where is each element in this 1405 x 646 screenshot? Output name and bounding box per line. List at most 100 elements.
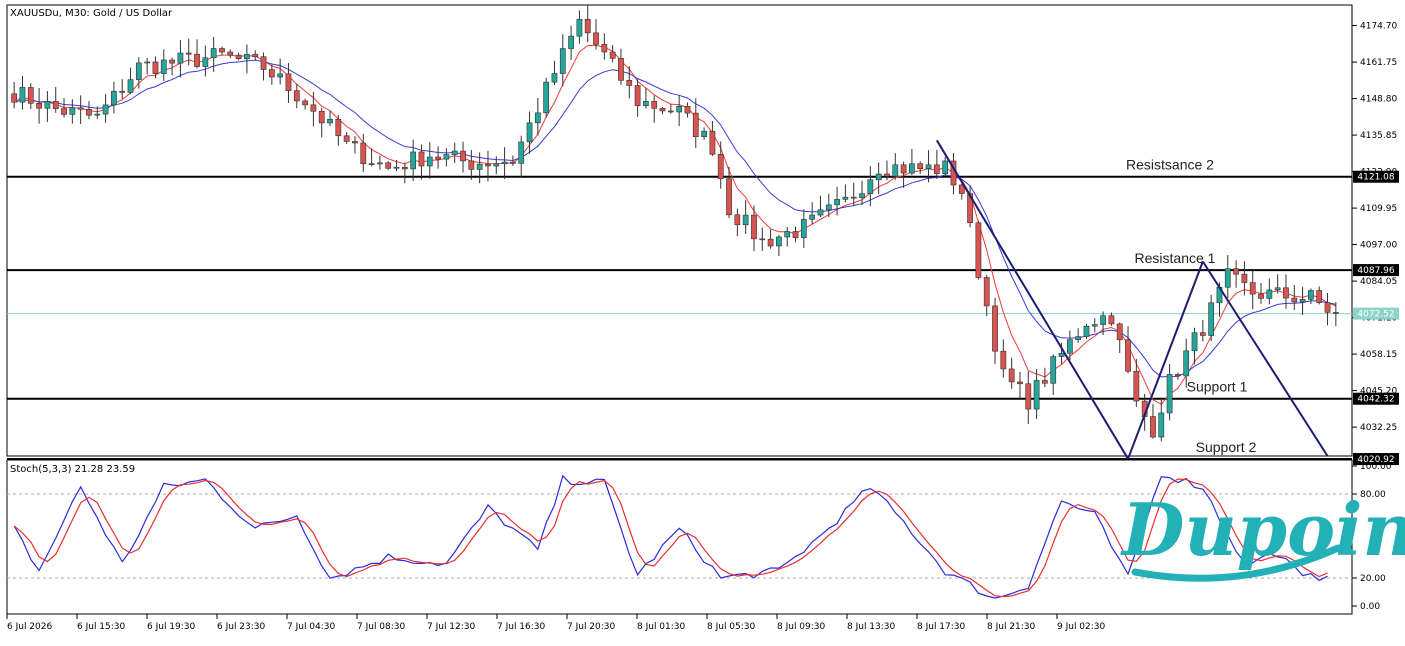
- candle-body: [36, 103, 42, 109]
- candle-body: [526, 122, 533, 143]
- candle-body: [135, 62, 142, 80]
- candle-body: [817, 209, 824, 216]
- candle-body: [69, 107, 76, 115]
- candle-body: [1233, 268, 1239, 275]
- candle-body: [460, 150, 466, 162]
- candle-body: [784, 231, 791, 238]
- candle-body: [310, 104, 317, 112]
- x-tick-label: 6 Jul 2026: [7, 622, 52, 632]
- chart-root: 4174.704161.754148.804135.854122.904109.…: [0, 0, 1405, 646]
- candle-body: [493, 163, 500, 167]
- candle-body: [1324, 302, 1331, 313]
- candle-body: [219, 48, 225, 53]
- candle-body: [1058, 352, 1065, 357]
- candle-body: [1008, 368, 1015, 383]
- candle-body: [692, 112, 699, 137]
- candle-body: [925, 164, 932, 169]
- candle-body: [909, 163, 915, 174]
- candle-body: [152, 61, 159, 74]
- x-tick-label: 8 Jul 17:30: [917, 622, 966, 632]
- candle-body: [1241, 273, 1248, 283]
- stoch-tick-label: 100.00: [1360, 462, 1392, 472]
- candle-body: [377, 162, 383, 165]
- candle-body: [1017, 381, 1023, 385]
- candle-body: [1116, 323, 1123, 341]
- x-tick-label: 7 Jul 12:30: [427, 622, 476, 632]
- candle: [385, 161, 392, 170]
- candle-body: [892, 164, 899, 177]
- candle-body: [451, 150, 458, 155]
- candle-body: [1133, 370, 1140, 402]
- x-tick-label: 8 Jul 13:30: [847, 622, 896, 632]
- level-label: Support 1: [1187, 379, 1248, 395]
- candle-body: [626, 80, 633, 86]
- candle-body: [194, 53, 200, 67]
- candle-body: [767, 238, 774, 247]
- candle: [1083, 323, 1090, 340]
- candle-body: [701, 130, 707, 137]
- candle-body: [1208, 302, 1215, 336]
- candle-body: [825, 204, 832, 211]
- candle-body: [601, 44, 608, 53]
- candle-body: [368, 163, 375, 165]
- candle-body: [510, 161, 516, 164]
- candle-body: [584, 18, 591, 34]
- candle-body: [1042, 380, 1048, 384]
- x-tick-label: 7 Jul 20:30: [567, 622, 616, 632]
- candle-body: [94, 113, 101, 116]
- stoch-tick-label: 0.00: [1360, 602, 1380, 612]
- symbol-header: XAUUSDu, M30: Gold / US Dollar: [10, 8, 173, 19]
- candle-body: [435, 156, 441, 160]
- candle-body: [1266, 289, 1273, 299]
- candle-body: [867, 179, 874, 194]
- price-chart[interactable]: 4174.704161.754148.804135.854122.904109.…: [0, 0, 1405, 646]
- candle-body: [169, 59, 175, 64]
- candle-body: [1175, 374, 1181, 377]
- candle-body: [1183, 350, 1190, 377]
- candle-body: [809, 214, 816, 220]
- candle-body: [418, 151, 425, 167]
- x-tick-label: 8 Jul 05:30: [707, 622, 756, 632]
- candle: [543, 77, 550, 118]
- candle-body: [343, 135, 350, 142]
- candle-body: [385, 162, 392, 169]
- y-tick-label: 4135.85: [1360, 131, 1397, 141]
- candle-body: [1091, 324, 1098, 327]
- candle-body: [268, 69, 275, 78]
- level-label: Resistsance 2: [1126, 157, 1214, 173]
- dupoin-logo: Dupoin: [1120, 487, 1405, 582]
- candle-body: [709, 130, 716, 155]
- candle-body: [393, 166, 400, 169]
- logo-wordmark: Dupoin: [1120, 487, 1405, 572]
- y-tick-label: 4097.00: [1360, 241, 1397, 251]
- candle-body: [593, 32, 599, 45]
- candle-body: [1000, 350, 1007, 370]
- level-price-tag-text: 4121.08: [1357, 173, 1394, 183]
- candle-body: [1125, 339, 1131, 372]
- candle-body: [1224, 268, 1231, 288]
- candle-body: [352, 141, 358, 144]
- candle-body: [244, 54, 250, 60]
- candle-body: [543, 81, 550, 114]
- candle-body: [933, 164, 940, 174]
- candle-body: [1108, 315, 1115, 325]
- candle-body: [1258, 293, 1264, 299]
- candle-body: [1025, 383, 1032, 410]
- candle-body: [800, 219, 807, 238]
- candle-body: [1050, 356, 1057, 384]
- y-tick-label: 4161.75: [1360, 58, 1397, 68]
- x-tick-label: 7 Jul 04:30: [287, 622, 336, 632]
- candle-body: [751, 214, 757, 240]
- y-tick-label: 4032.25: [1360, 423, 1397, 433]
- stoch-tick-label: 20.00: [1360, 574, 1386, 584]
- candle-body: [443, 154, 450, 160]
- y-tick-label: 4109.95: [1360, 204, 1397, 214]
- candle-body: [684, 105, 691, 114]
- candle-body: [1166, 374, 1173, 414]
- x-tick-label: 6 Jul 23:30: [217, 622, 266, 632]
- candle-body: [1283, 287, 1289, 299]
- candle-body: [235, 54, 242, 60]
- candle-body: [676, 105, 683, 113]
- candle-body: [717, 153, 724, 180]
- x-tick-label: 9 Jul 02:30: [1057, 622, 1106, 632]
